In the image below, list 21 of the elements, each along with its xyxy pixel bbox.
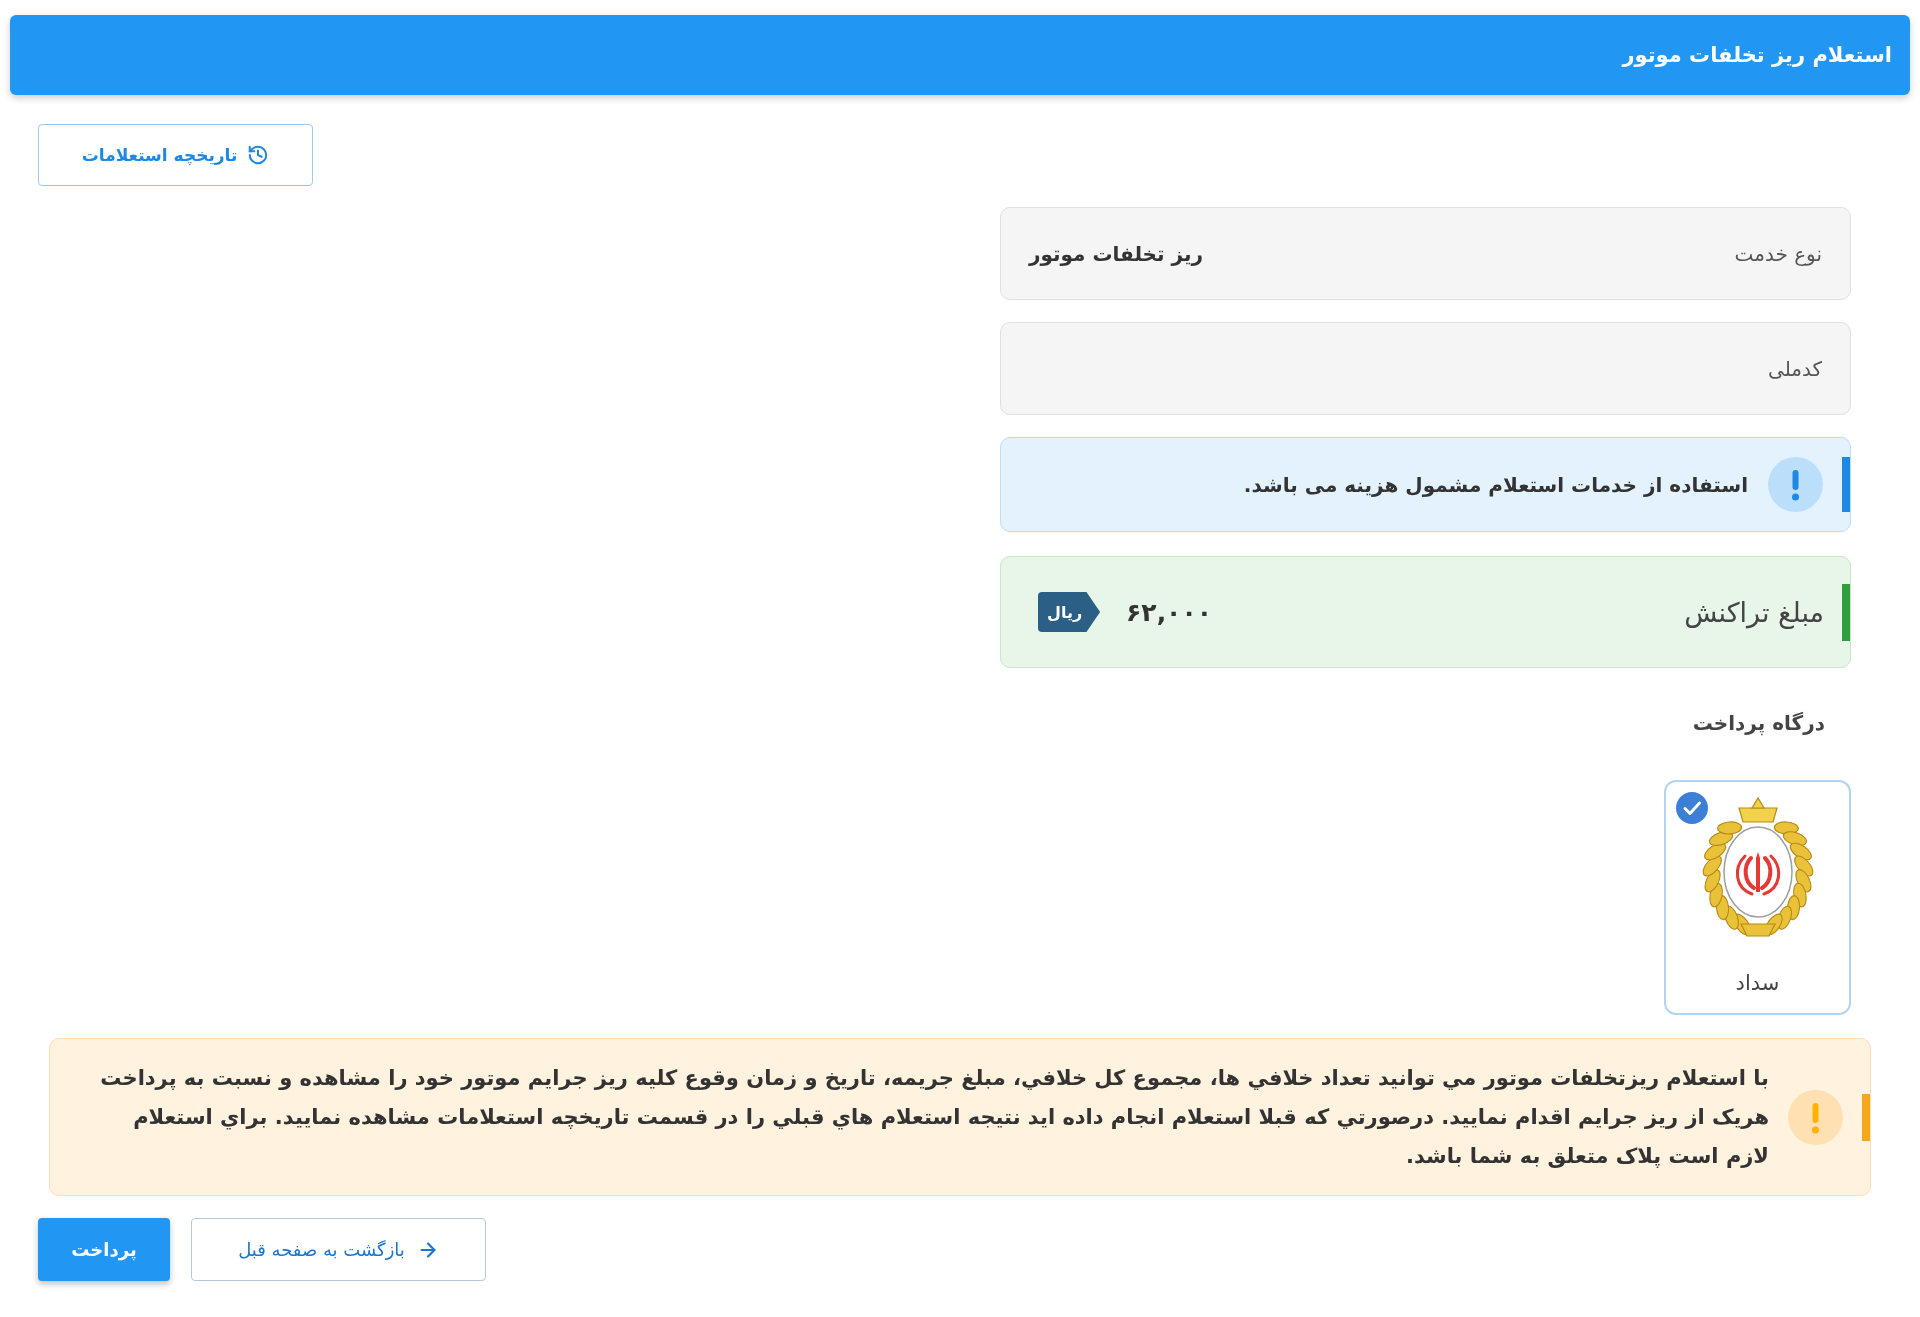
accent-bar (1842, 457, 1850, 512)
gateway-option[interactable]: سداد (1664, 780, 1851, 1015)
field-label: کدملی (1767, 356, 1822, 381)
amount-label: مبلغ تراکنش (1684, 596, 1824, 628)
accent-bar (1862, 1093, 1870, 1141)
notice-text: با استعلام ریزتخلفات موتور مي توانيد تعداد خلافي ها، مجموع کل خلافي، مبلغ جريمه، تاريخ و زمان وقوع کليه ريز جرايم موتور خود را مشاهده و نسبت به پرداخت هريک از ريز جرايم اقدام نماييد. درصورتي که قبلا استعلام انجام داده ايد نتيجه استعلام هاي قبلي را در قسمت تاريخچه استعلامات مشاهده نماييد. براي استعلام لازم است پلاک متعلق به شما باشد. (99, 1064, 1769, 1170)
pay-button[interactable]: پرداخت (38, 1218, 170, 1281)
page-title: استعلام ریز تخلفات موتور (1622, 43, 1892, 67)
field-label: نوع خدمت (1734, 241, 1822, 266)
exclamation-icon (1788, 1089, 1843, 1145)
history-icon (247, 144, 270, 166)
amount-value: ۶۲,۰۰۰ (1126, 597, 1212, 627)
accent-bar (1842, 583, 1850, 641)
check-icon (1676, 792, 1708, 824)
back-button[interactable]: بازگشت به صفحه قبل (191, 1218, 486, 1281)
history-button[interactable]: تاریخچه استعلامات (38, 124, 313, 186)
section-title: درگاه پرداخت (1692, 711, 1825, 735)
field-value: ریز تخلفات موتور (1029, 241, 1203, 266)
exclamation-icon (1768, 457, 1823, 512)
alert-text: استفاده از خدمات استعلام مشمول هزینه می باشد. (1243, 472, 1748, 497)
currency-tag: ریال (1038, 592, 1101, 632)
